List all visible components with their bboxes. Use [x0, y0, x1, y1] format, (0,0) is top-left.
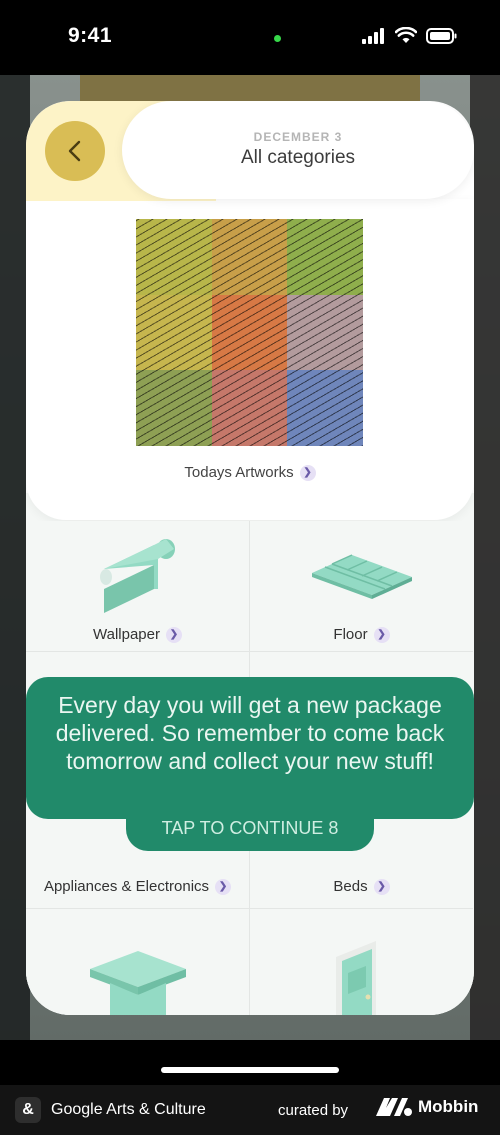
status-icons [362, 27, 458, 44]
mobbin-label: Mobbin [418, 1097, 479, 1116]
todays-artworks-label: Todays Artworks [184, 464, 294, 481]
status-bar: 9:41 [0, 0, 500, 75]
back-chevron-icon [68, 140, 81, 162]
tap-to-continue-button[interactable]: TAP TO CONTINUE 8 [126, 808, 374, 851]
beds-label-row: Beds ❯ [250, 878, 473, 896]
header-title-pill: DECEMBER 3 All categories [122, 101, 474, 199]
floor-label: Floor [333, 626, 368, 643]
wallpaper-label-row: Wallpaper ❯ [26, 626, 249, 644]
back-button[interactable] [45, 121, 105, 181]
mobbin-logo-icon [376, 1098, 412, 1116]
appliances-label: Appliances & Electronics [43, 878, 210, 895]
category-doors[interactable] [250, 909, 473, 1015]
header-date: DECEMBER 3 [253, 130, 343, 144]
onboarding-tooltip[interactable]: Every day you will get a new package del… [26, 677, 474, 819]
category-tables[interactable] [26, 909, 249, 1015]
attribution-footer: & Google Arts & Culture curated by Mobbi… [0, 1085, 500, 1135]
beds-label: Beds [333, 878, 368, 895]
app-logo-icon: & [15, 1097, 41, 1123]
table-icon [90, 951, 186, 1015]
wallpaper-roll-icon [100, 539, 175, 613]
category-wallpaper[interactable]: Wallpaper ❯ [26, 521, 249, 652]
chevron-right-icon: ❯ [299, 465, 316, 482]
wifi-icon [395, 27, 417, 43]
categories-card: Todays Artworks ❯ Wallpaper ❯ Floor ❯ Appli… [26, 101, 474, 1015]
battery-icon [426, 27, 457, 44]
appliances-label-row: Appliances & Electronics ❯ [26, 878, 249, 896]
wallpaper-label: Wallpaper [93, 626, 160, 643]
footer-app-name: Google Arts & Culture [51, 1101, 206, 1118]
chevron-right-icon: ❯ [165, 627, 182, 644]
artwork-hatching [136, 219, 363, 446]
home-bar-area [0, 1040, 500, 1085]
todays-artworks-link[interactable]: Todays Artworks ❯ [26, 464, 474, 482]
signal-icon [362, 27, 384, 44]
tooltip-message: Every day you will get a new package del… [55, 692, 445, 774]
category-floor[interactable]: Floor ❯ [250, 521, 473, 652]
todays-artwork-panel[interactable]: Todays Artworks ❯ [26, 199, 474, 520]
door-icon [336, 941, 376, 1015]
camera-indicator-icon [274, 35, 281, 42]
footer-curated-by: curated by [278, 1102, 349, 1119]
chevron-right-icon: ❯ [215, 879, 232, 896]
home-indicator[interactable] [161, 1067, 339, 1073]
floor-label-row: Floor ❯ [250, 626, 473, 644]
chevron-right-icon: ❯ [373, 627, 390, 644]
mobbin-brand: Mobbin [376, 1097, 478, 1117]
page-title: All categories [240, 147, 356, 168]
status-time: 9:41 [68, 24, 113, 47]
floor-tiles-icon [312, 554, 412, 599]
chevron-right-icon: ❯ [373, 879, 390, 896]
